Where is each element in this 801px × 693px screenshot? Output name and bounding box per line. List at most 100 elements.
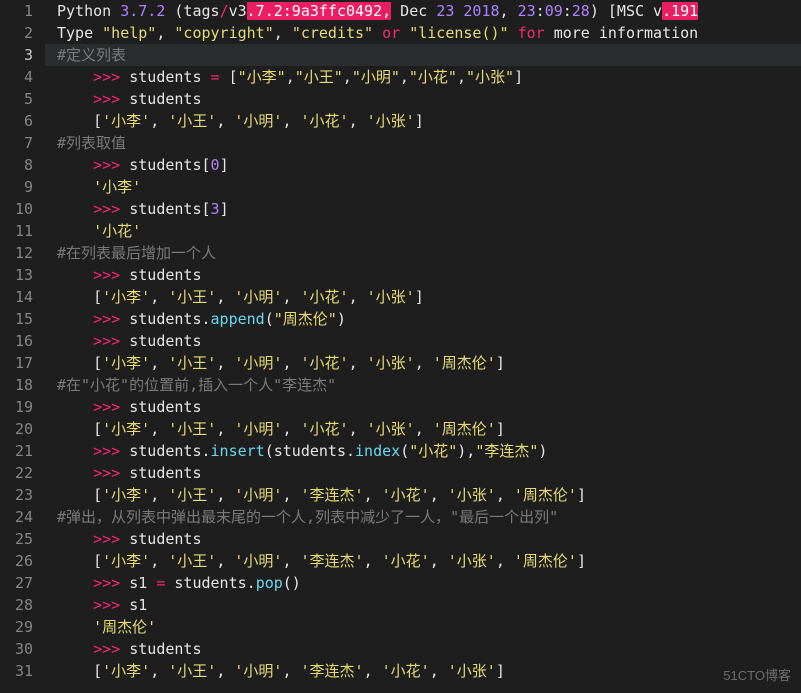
token-str: "license()" <box>409 24 508 42</box>
code-line[interactable]: '周杰伦' <box>45 616 801 638</box>
token-str: '小花' <box>93 222 141 240</box>
token-str: '小明' <box>234 354 282 372</box>
token-id: [ <box>220 68 238 86</box>
token-fn: pop <box>256 574 283 592</box>
token-str: '小明' <box>234 662 282 680</box>
code-line[interactable]: >>> students.append("周杰伦") <box>45 308 801 330</box>
code-line[interactable]: >>> s1 = students.pop() <box>45 572 801 594</box>
token-id: students. <box>129 310 210 328</box>
code-line[interactable]: ['小李', '小王', '小明', '李连杰', '小花', '小张'] <box>45 660 801 682</box>
token-id: , <box>150 354 168 372</box>
token-num: 28 <box>572 2 590 20</box>
token-op: = <box>211 68 220 86</box>
token-str: '周杰伦' <box>514 552 577 570</box>
token-str: '小李' <box>102 420 150 438</box>
code-line[interactable]: >>> students <box>45 88 801 110</box>
token-id: ( <box>265 310 274 328</box>
code-line[interactable]: #在列表最后增加一个人 <box>45 242 801 264</box>
code-line[interactable]: ['小李', '小王', '小明', '小花', '小张'] <box>45 286 801 308</box>
code-line[interactable]: >>> students <box>45 330 801 352</box>
token-str: '小花' <box>301 420 349 438</box>
token-id: , <box>282 112 300 130</box>
token-id: , <box>282 486 300 504</box>
code-line[interactable]: ['小李', '小王', '小明', '李连杰', '小花', '小张', '周… <box>45 550 801 572</box>
token-str: '小李' <box>102 552 150 570</box>
code-line[interactable]: #弹出，从列表中弹出最末尾的一个人,列表中减少了一人，"最后一个出列" <box>45 506 801 528</box>
token-op: >>> <box>93 442 129 460</box>
token-id: ( <box>400 442 409 460</box>
code-line[interactable]: >>> students[3] <box>45 198 801 220</box>
code-line[interactable]: >>> students <box>45 396 801 418</box>
line-number: 14 <box>10 286 33 308</box>
token-id: , <box>430 486 448 504</box>
token-id: , <box>500 2 518 20</box>
token-str: '小张' <box>367 354 415 372</box>
line-number: 7 <box>10 132 33 154</box>
code-line[interactable]: >>> students[0] <box>45 154 801 176</box>
token-id <box>400 24 409 42</box>
code-line[interactable]: ['小李', '小王', '小明', '小花', '小张'] <box>45 110 801 132</box>
code-line[interactable]: >>> students <box>45 638 801 660</box>
code-line[interactable]: Python 3.7.2 (tags/v3.7.2:9a3ffc0492, De… <box>45 0 801 22</box>
code-area[interactable]: Python 3.7.2 (tags/v3.7.2:9a3ffc0492, De… <box>45 0 801 693</box>
line-number: 26 <box>10 550 33 572</box>
code-line[interactable]: >>> students = ["小李","小王","小明","小花","小张"… <box>45 66 801 88</box>
token-str: "小花" <box>409 68 457 86</box>
token-str: '小花' <box>301 288 349 306</box>
code-line[interactable]: >>> s1 <box>45 594 801 616</box>
code-line[interactable]: ['小李', '小王', '小明', '小花', '小张', '周杰伦'] <box>45 352 801 374</box>
line-number: 12 <box>10 242 33 264</box>
token-str: "李连杰" <box>475 442 538 460</box>
line-number: 5 <box>10 88 33 110</box>
line-number: 13 <box>10 264 33 286</box>
token-id: , <box>349 112 367 130</box>
code-line[interactable]: Type "help", "copyright", "credits" or "… <box>45 22 801 44</box>
token-num: 0 <box>211 156 220 174</box>
token-com: #在"小花"的位置前,插入一个人"李连杰" <box>57 376 336 394</box>
code-line[interactable]: '小花' <box>45 220 801 242</box>
token-fn: index <box>355 442 400 460</box>
code-line[interactable]: >>> students <box>45 528 801 550</box>
token-num: 3 <box>211 200 220 218</box>
token-str: '小明' <box>234 420 282 438</box>
line-number: 30 <box>10 638 33 660</box>
token-str: '小明' <box>234 552 282 570</box>
token-id: [ <box>93 420 102 438</box>
code-line[interactable]: #列表取值 <box>45 132 801 154</box>
code-editor[interactable]: 1234567891011121314151617181920212223242… <box>0 0 801 693</box>
token-id: , <box>282 552 300 570</box>
token-id: students[ <box>129 200 210 218</box>
line-number: 27 <box>10 572 33 594</box>
token-id: , <box>286 68 295 86</box>
token-com: #弹出，从列表中弹出最末尾的一个人,列表中减少了一人，"最后一个出列" <box>57 508 558 526</box>
line-number: 16 <box>10 330 33 352</box>
token-id: , <box>156 24 174 42</box>
token-str: "help" <box>102 24 156 42</box>
token-str: '小花' <box>301 354 349 372</box>
code-line[interactable]: ['小李', '小王', '小明', '李连杰', '小花', '小张', '周… <box>45 484 801 506</box>
token-op: >>> <box>93 530 129 548</box>
code-line[interactable]: >>> students <box>45 264 801 286</box>
token-str: '小张' <box>448 552 496 570</box>
token-kw: / <box>220 2 229 20</box>
code-line[interactable]: ['小李', '小王', '小明', '小花', '小张', '周杰伦'] <box>45 418 801 440</box>
token-id: students[ <box>129 156 210 174</box>
code-line[interactable]: #定义列表 <box>45 44 801 66</box>
code-line[interactable]: '小李' <box>45 176 801 198</box>
code-line[interactable]: >>> students <box>45 462 801 484</box>
token-op: >>> <box>93 464 129 482</box>
token-id: students <box>129 266 201 284</box>
token-str: '小王' <box>168 288 216 306</box>
token-id: students <box>129 464 201 482</box>
token-id: [ <box>93 552 102 570</box>
token-id: , <box>150 552 168 570</box>
token-str: '小李' <box>102 662 150 680</box>
token-str: '小花' <box>301 112 349 130</box>
token-id <box>373 24 382 42</box>
token-str: '小张' <box>367 420 415 438</box>
code-line[interactable]: #在"小花"的位置前,插入一个人"李连杰" <box>45 374 801 396</box>
token-id: ] <box>496 662 505 680</box>
code-line[interactable]: >>> students.insert(students.index("小花")… <box>45 440 801 462</box>
token-str: '周杰伦' <box>514 486 577 504</box>
token-id: ] <box>415 112 424 130</box>
